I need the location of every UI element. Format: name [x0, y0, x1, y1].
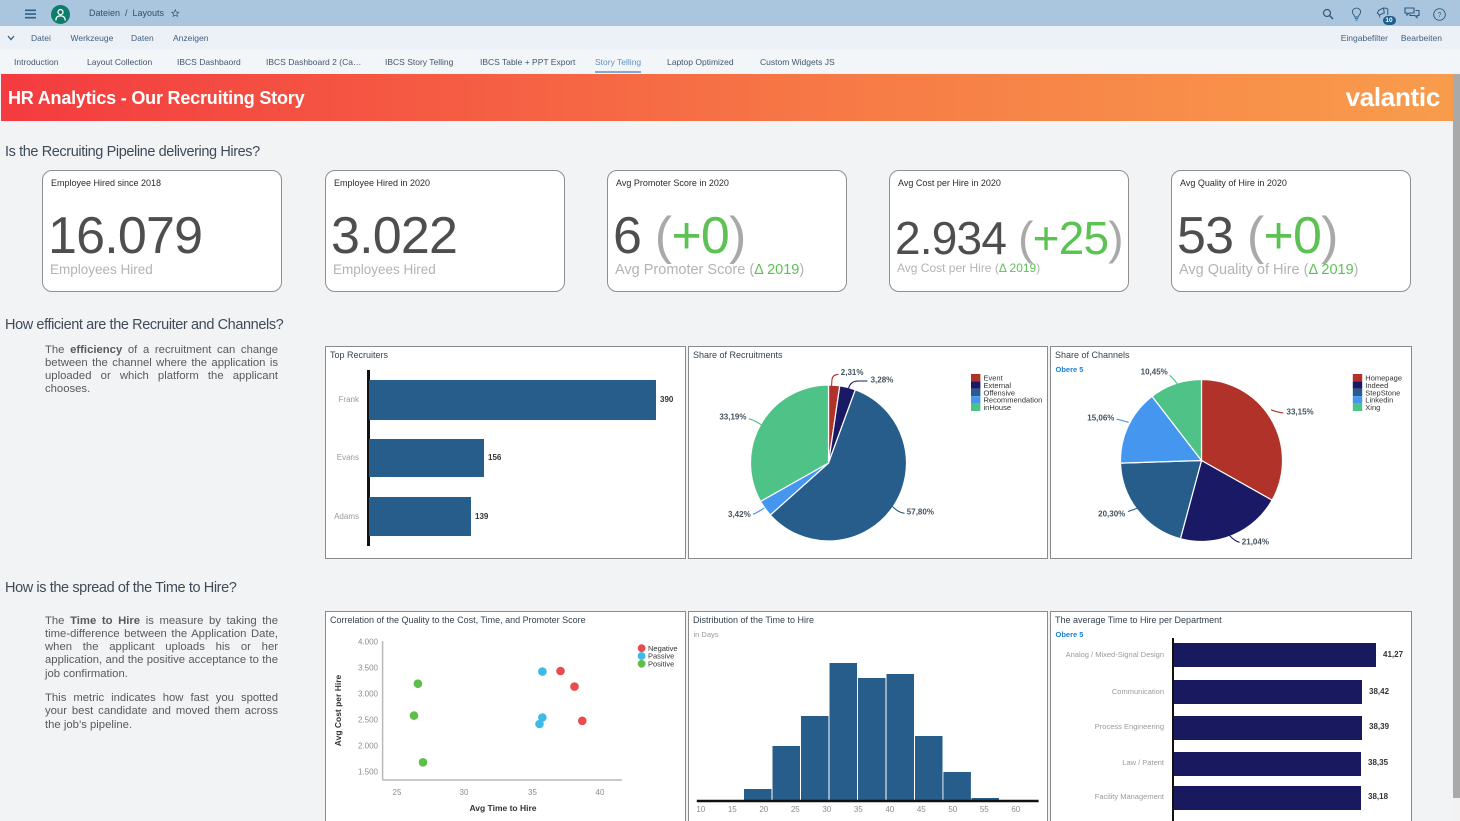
- svg-text:25: 25: [791, 805, 800, 814]
- svg-text:33,19%: 33,19%: [719, 412, 746, 421]
- svg-text:Avg Time to Hire: Avg Time to Hire: [469, 803, 536, 813]
- svg-text:inHouse: inHouse: [984, 403, 1012, 412]
- svg-text:3.000: 3.000: [358, 690, 379, 699]
- svg-text:35: 35: [528, 788, 537, 797]
- svg-text:20,30%: 20,30%: [1098, 510, 1125, 519]
- svg-text:2.000: 2.000: [358, 742, 379, 751]
- svg-text:2.500: 2.500: [358, 716, 379, 725]
- svg-text:Xing: Xing: [1365, 403, 1380, 412]
- svg-text:21,04%: 21,04%: [1242, 537, 1269, 546]
- svg-text:10: 10: [696, 805, 705, 814]
- svg-text:10,45%: 10,45%: [1141, 367, 1168, 376]
- svg-text:50: 50: [948, 805, 957, 814]
- svg-text:60: 60: [1011, 805, 1020, 814]
- svg-text:40: 40: [596, 788, 605, 797]
- svg-text:40: 40: [885, 805, 894, 814]
- svg-text:45: 45: [917, 805, 926, 814]
- svg-text:15,06%: 15,06%: [1087, 414, 1114, 423]
- svg-text:3,42%: 3,42%: [728, 510, 751, 519]
- svg-text:1.500: 1.500: [358, 768, 379, 777]
- svg-text:33,15%: 33,15%: [1287, 407, 1314, 416]
- svg-text:30: 30: [460, 788, 469, 797]
- svg-text:35: 35: [854, 805, 863, 814]
- svg-text:25: 25: [393, 788, 402, 797]
- svg-text:Positive: Positive: [648, 660, 674, 669]
- svg-text:?: ?: [1438, 12, 1442, 19]
- svg-text:4.000: 4.000: [358, 638, 379, 647]
- svg-text:55: 55: [980, 805, 989, 814]
- svg-text:57,80%: 57,80%: [907, 507, 934, 516]
- svg-text:20: 20: [759, 805, 768, 814]
- svg-text:3.500: 3.500: [358, 664, 379, 673]
- svg-text:2,31%: 2,31%: [841, 368, 864, 377]
- svg-text:30: 30: [822, 805, 831, 814]
- svg-text:Avg Cost per Hire: Avg Cost per Hire: [333, 674, 343, 746]
- svg-text:3,28%: 3,28%: [871, 375, 894, 384]
- svg-text:15: 15: [728, 805, 737, 814]
